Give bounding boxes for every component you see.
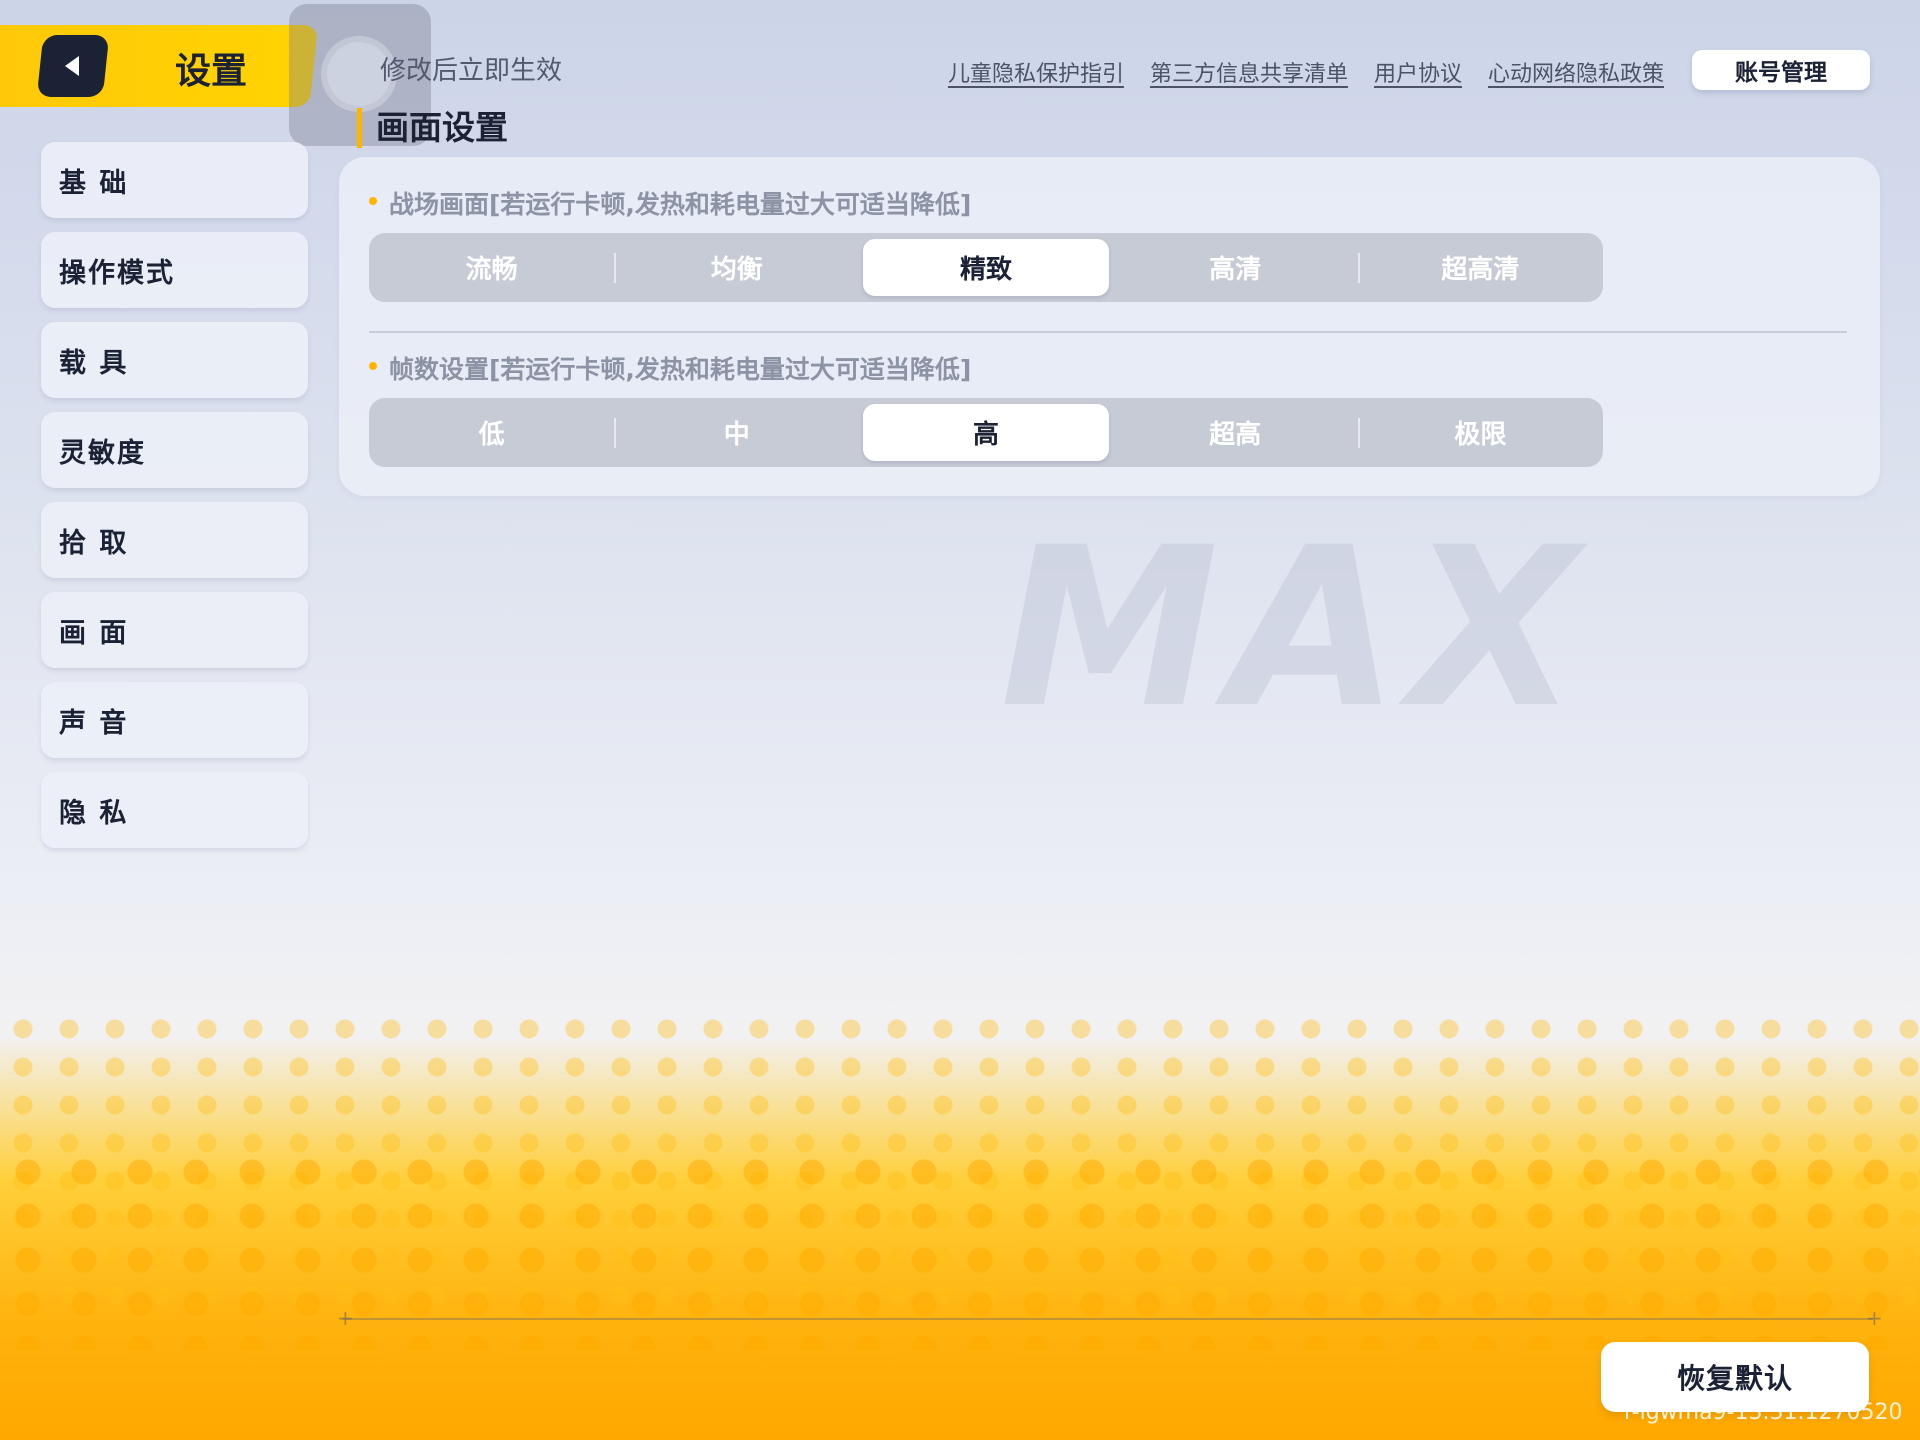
framerate-option-extreme[interactable]: 极限 <box>1357 398 1603 467</box>
framerate-option-ultra[interactable]: 超高 <box>1113 398 1358 467</box>
section-title: 画面设置 <box>357 108 508 148</box>
footer-divider <box>343 1318 1873 1320</box>
sidebar-item-privacy[interactable]: 隐 私 <box>41 772 308 848</box>
quality-setting-label: 战场画面[若运行卡顿,发热和耗电量过大可适当降低] <box>369 185 971 221</box>
sidebar-item-sensitivity[interactable]: 灵敏度 <box>41 412 308 488</box>
sidebar-item-audio[interactable]: 声 音 <box>41 682 308 758</box>
top-links: 儿童隐私保护指引 第三方信息共享清单 用户协议 心动网络隐私政策 <box>948 56 1664 88</box>
background-dot-pattern-lower <box>0 1150 1920 1350</box>
quality-segmented-control: 流畅 均衡 精致 高清 超高清 <box>369 233 1603 302</box>
back-button[interactable] <box>36 35 110 97</box>
link-child-privacy[interactable]: 儿童隐私保护指引 <box>948 56 1124 88</box>
plus-marker-right: + <box>1866 1306 1883 1330</box>
quality-option-hd[interactable]: 高清 <box>1113 233 1358 302</box>
quality-option-ultra-hd[interactable]: 超高清 <box>1357 233 1603 302</box>
plus-marker-left: + <box>337 1306 354 1330</box>
sidebar-item-vehicle[interactable]: 载 具 <box>41 322 308 398</box>
link-user-agreement[interactable]: 用户协议 <box>1374 56 1462 88</box>
back-arrow-icon <box>65 56 79 76</box>
link-privacy-policy[interactable]: 心动网络隐私政策 <box>1488 56 1664 88</box>
apply-notice: 修改后立即生效 <box>380 56 563 86</box>
framerate-option-low[interactable]: 低 <box>369 398 614 467</box>
framerate-segmented-control: 低 中 高 超高 极限 <box>369 398 1603 467</box>
account-management-button[interactable]: 账号管理 <box>1692 50 1870 90</box>
sidebar-item-pickup[interactable]: 拾 取 <box>41 502 308 578</box>
sidebar-item-control-mode[interactable]: 操作模式 <box>41 232 308 308</box>
framerate-setting-label: 帧数设置[若运行卡顿,发热和耗电量过大可适当降低] <box>369 350 971 386</box>
quality-option-smooth[interactable]: 流畅 <box>369 233 614 302</box>
sidebar-item-basic[interactable]: 基 础 <box>41 142 308 218</box>
background-watermark: MAX <box>1000 500 1589 756</box>
quality-option-balanced[interactable]: 均衡 <box>614 233 859 302</box>
link-third-party-sharing[interactable]: 第三方信息共享清单 <box>1150 56 1348 88</box>
framerate-option-high[interactable]: 高 <box>863 404 1109 461</box>
sidebar: 基 础 操作模式 载 具 灵敏度 拾 取 画 面 声 音 隐 私 <box>41 142 308 862</box>
panel-divider <box>369 331 1847 333</box>
framerate-option-medium[interactable]: 中 <box>614 398 859 467</box>
page-title: 设置 <box>175 51 248 92</box>
sidebar-item-graphics[interactable]: 画 面 <box>41 592 308 668</box>
quality-option-refined[interactable]: 精致 <box>863 239 1109 296</box>
version-label: r-lgwma9-13.31.1270520 <box>1624 1400 1903 1424</box>
